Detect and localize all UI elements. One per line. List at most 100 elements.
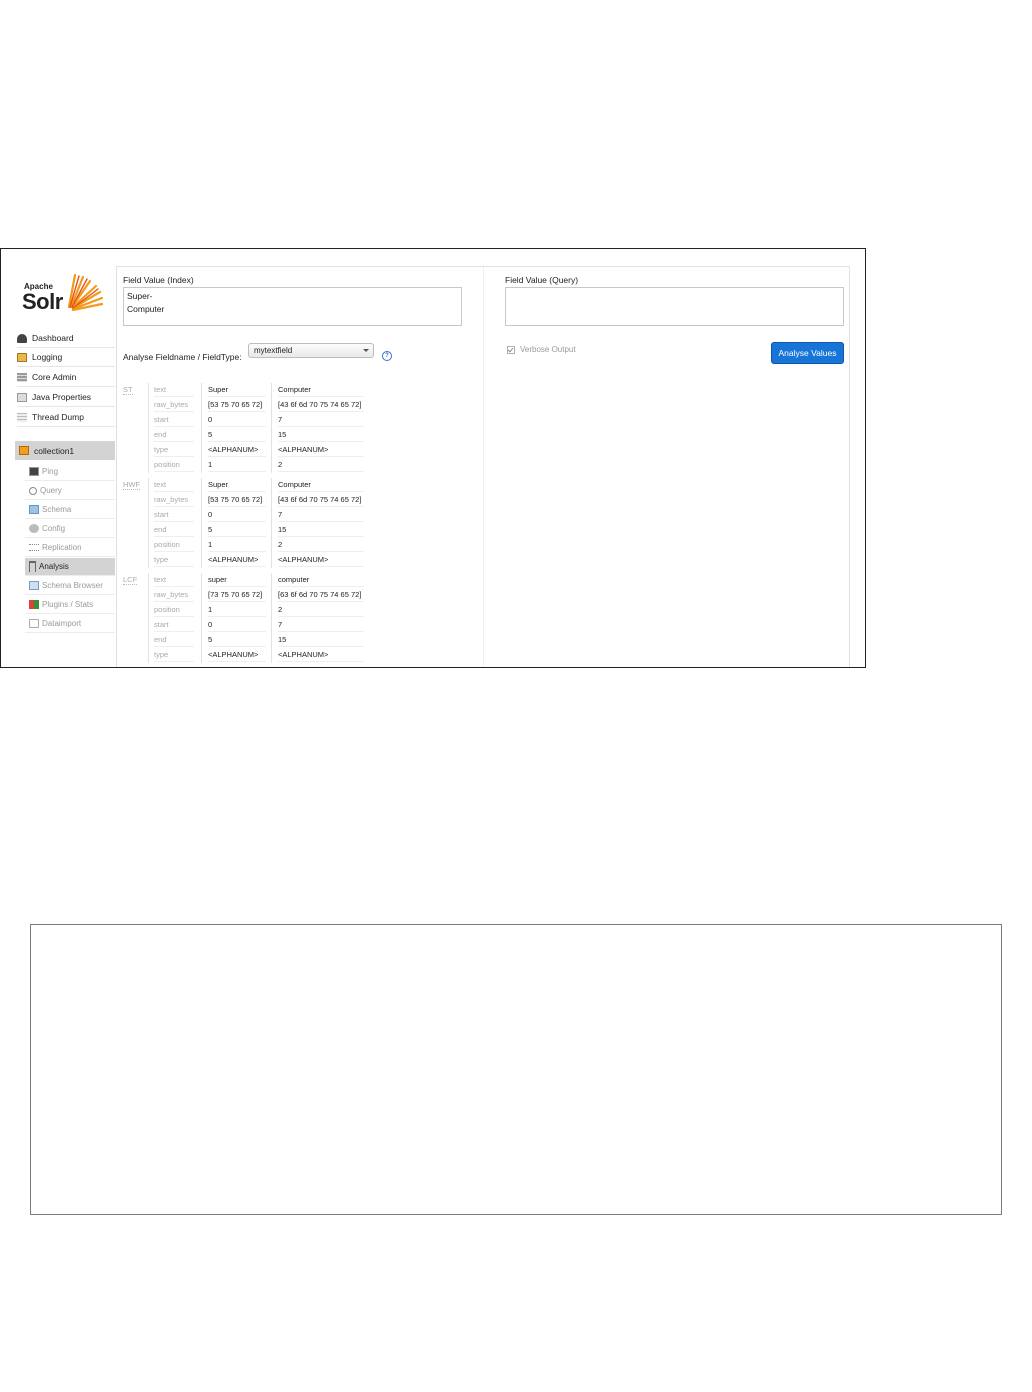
attr-name: text [154, 385, 194, 397]
token2-value: 7 [278, 510, 364, 522]
stage-divider [148, 383, 149, 473]
token-attr-row: text Super Computer [154, 478, 364, 493]
core-menu-query-label: Query [40, 486, 62, 495]
token-attr-row: type <ALPHANUM> <ALPHANUM> [154, 443, 364, 458]
core-menu-config[interactable]: Config [25, 520, 115, 538]
ping-icon [29, 467, 39, 476]
nav-thread-dump[interactable]: Thread Dump [17, 408, 115, 427]
nav-java-properties[interactable]: Java Properties [17, 388, 115, 407]
fieldtype-select[interactable]: mytextfield [248, 343, 374, 358]
stage-divider [148, 478, 149, 568]
stage-abbr[interactable]: LCF [123, 575, 138, 585]
token1-value: 5 [208, 430, 266, 442]
token-attr-row: start 0 7 [154, 618, 364, 633]
attr-name: end [154, 635, 194, 647]
replication-icon [29, 544, 39, 551]
token-attr-row: text Super Computer [154, 383, 364, 398]
attr-name: end [154, 525, 194, 537]
core-menu-plugins[interactable]: Plugins / Stats [25, 596, 115, 614]
column-divider [483, 267, 484, 667]
core-selector-label: collection1 [34, 445, 75, 456]
core-menu-schema[interactable]: Schema [25, 501, 115, 519]
java-properties-icon [17, 392, 27, 402]
token1-value: 5 [208, 635, 266, 647]
token2-value: <ALPHANUM> [278, 445, 364, 457]
help-icon[interactable]: ? [382, 351, 392, 361]
core-menu-query[interactable]: Query [25, 482, 115, 500]
attr-name: text [154, 575, 194, 587]
core-menu-schema-browser[interactable]: Schema Browser [25, 577, 115, 595]
token1-value: Super [208, 385, 266, 397]
token2-value: <ALPHANUM> [278, 650, 364, 662]
analysis-stage-st: ST text Super Computer raw_bytes [53 75 70 … [117, 383, 377, 475]
core-selector[interactable]: collection1 [15, 441, 115, 460]
nav-dashboard[interactable]: Dashboard [17, 329, 115, 348]
token-attr-row: raw_bytes [73 75 70 65 72] [63 6f 6d 70 75… [154, 588, 364, 603]
analysis-stage-lcf: LCF text super computer raw_bytes [73 75 70… [117, 573, 377, 665]
index-field-value-input[interactable]: Super- Computer [123, 287, 462, 326]
index-field-label: Field Value (Index) [123, 275, 194, 285]
token1-value: [53 75 70 65 72] [208, 495, 266, 507]
token2-value: 2 [278, 540, 364, 552]
core-menu-schema-browser-label: Schema Browser [42, 581, 103, 590]
fieldtype-selected-value: mytextfield [254, 346, 293, 355]
stage-abbr[interactable]: ST [123, 385, 133, 395]
token1-value: <ALPHANUM> [208, 650, 266, 662]
token1-value: Super [208, 480, 266, 492]
query-field-value-input[interactable] [505, 287, 844, 326]
attr-name: type [154, 555, 194, 567]
token1-value: [73 75 70 65 72] [208, 590, 266, 602]
token-attr-row: position 1 2 [154, 603, 364, 618]
token2-value: [43 6f 6d 70 75 74 65 72] [278, 495, 364, 507]
token-attr-row: position 1 2 [154, 458, 364, 473]
nav-core-admin[interactable]: Core Admin [17, 368, 115, 387]
verbose-output-toggle[interactable]: Verbose Output [507, 345, 576, 354]
core-menu-dataimport[interactable]: Dataimport [25, 615, 115, 633]
dashboard-icon [17, 333, 27, 343]
core-menu-config-label: Config [42, 524, 66, 533]
attr-name: start [154, 415, 194, 427]
token1-value: <ALPHANUM> [208, 445, 266, 457]
schema-icon [29, 505, 39, 514]
token-attr-row: raw_bytes [53 75 70 65 72] [43 6f 6d 70 75… [154, 493, 364, 508]
core-menu-plugins-label: Plugins / Stats [42, 600, 94, 609]
token2-value: [63 6f 6d 70 75 74 65 72] [278, 590, 364, 602]
verbose-checkbox[interactable] [507, 345, 515, 354]
token2-value: <ALPHANUM> [278, 555, 364, 567]
schema-browser-icon [29, 581, 39, 590]
sidebar: Apache Solr Dashboard Logging Core Admin… [1, 249, 116, 667]
attr-name: raw_bytes [154, 495, 194, 507]
token2-value: 15 [278, 525, 364, 537]
token1-value: <ALPHANUM> [208, 555, 266, 567]
attr-name: type [154, 445, 194, 457]
stage-abbr[interactable]: HWF [123, 480, 141, 490]
nav-core-admin-label: Core Admin [32, 372, 77, 382]
token-attr-row: type <ALPHANUM> <ALPHANUM> [154, 648, 364, 663]
thread-dump-icon [17, 412, 27, 422]
config-icon [29, 524, 39, 533]
token-attr-row: end 5 15 [154, 633, 364, 648]
sun-icon [67, 273, 104, 311]
token1-value: 0 [208, 415, 266, 427]
analyse-values-button[interactable]: Analyse Values [771, 342, 844, 364]
token2-value: [43 6f 6d 70 75 74 65 72] [278, 400, 364, 412]
attr-name: position [154, 460, 194, 472]
token2-value: 2 [278, 460, 364, 472]
attr-name: position [154, 540, 194, 552]
token2-value: Computer [278, 385, 364, 397]
core-admin-icon [17, 372, 27, 382]
token2-value: 7 [278, 415, 364, 427]
token1-value: 0 [208, 510, 266, 522]
token-attr-row: raw_bytes [53 75 70 65 72] [43 6f 6d 70 75… [154, 398, 364, 413]
token-attr-row: start 0 7 [154, 413, 364, 428]
token2-value: 15 [278, 430, 364, 442]
core-menu-replication[interactable]: Replication [25, 539, 115, 557]
token1-value: 5 [208, 525, 266, 537]
core-menu-ping[interactable]: Ping [25, 463, 115, 481]
solr-logo[interactable]: Apache Solr [21, 269, 111, 319]
nav-logging-label: Logging [32, 352, 63, 362]
query-icon [29, 486, 37, 495]
nav-logging[interactable]: Logging [17, 348, 115, 367]
core-menu-analysis[interactable]: Analysis [25, 558, 115, 576]
attr-name: raw_bytes [154, 590, 194, 602]
